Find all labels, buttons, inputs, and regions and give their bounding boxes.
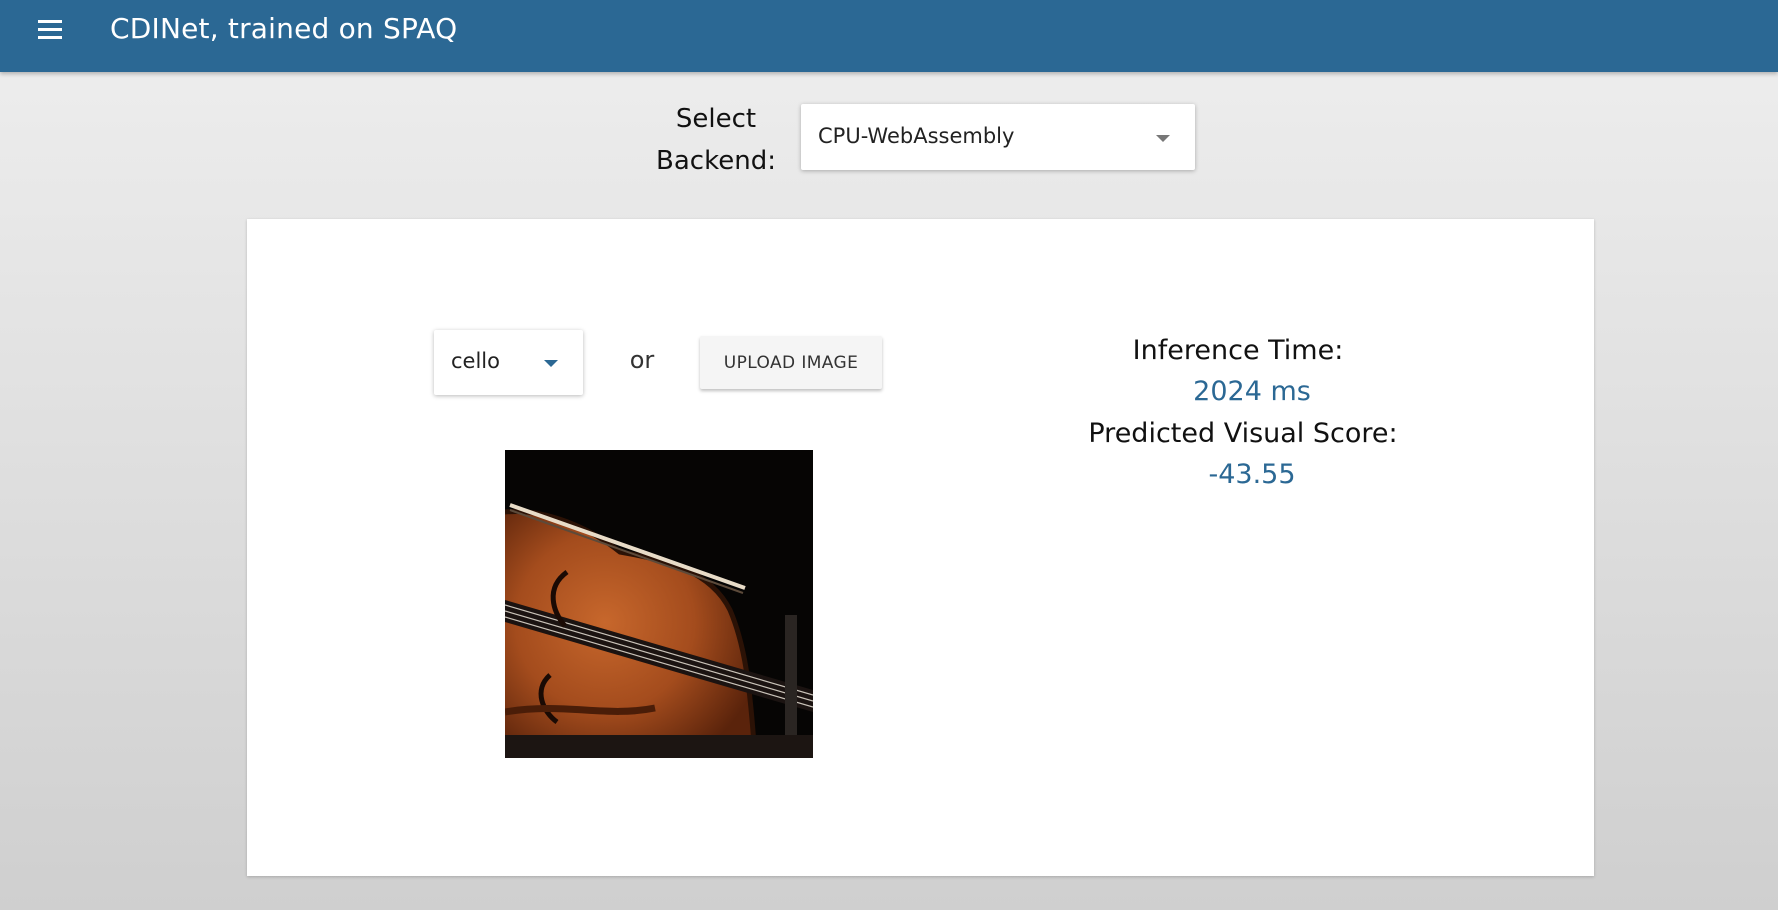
predicted-score-label: Predicted Visual Score: <box>1088 418 1398 449</box>
or-text: or <box>629 346 655 374</box>
backend-select[interactable]: CPU-WebAssembly <box>801 104 1195 170</box>
caret-down-icon <box>544 360 558 367</box>
image-select[interactable]: cello <box>434 330 583 395</box>
app-bar: CDINet, trained on SPAQ <box>0 0 1778 72</box>
inference-time-label: Inference Time: <box>1132 335 1344 366</box>
image-select-value: cello <box>451 349 500 373</box>
app-title: CDINet, trained on SPAQ <box>110 12 458 45</box>
cello-image <box>505 450 813 758</box>
main-card <box>247 219 1594 876</box>
preview-image <box>505 450 813 758</box>
backend-select-value: CPU-WebAssembly <box>818 124 1015 148</box>
inference-time-value: 2024 ms <box>1193 376 1311 407</box>
hamburger-menu-icon[interactable] <box>38 20 62 40</box>
backend-label: Select Backend: <box>656 104 776 176</box>
upload-image-button[interactable]: UPLOAD IMAGE <box>700 336 882 389</box>
caret-down-icon <box>1156 135 1170 142</box>
predicted-score-value: -43.55 <box>1208 459 1296 490</box>
